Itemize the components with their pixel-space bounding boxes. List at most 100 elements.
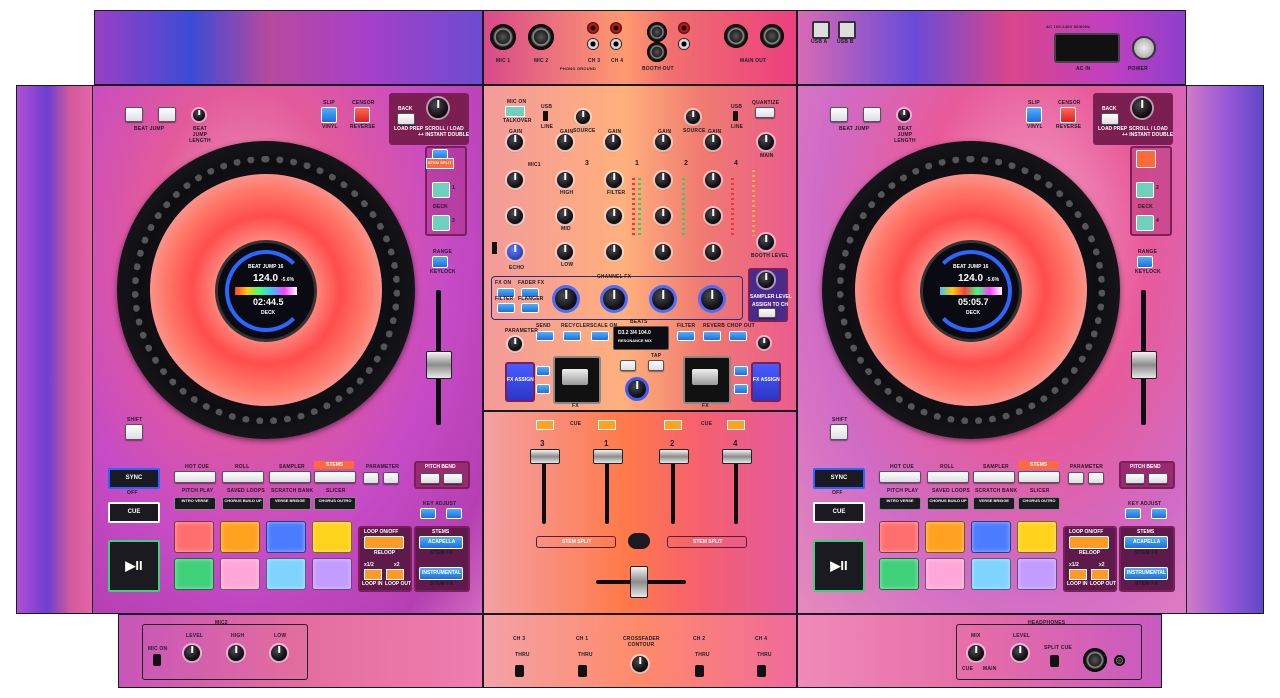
- right-pad-7[interactable]: [971, 558, 1011, 590]
- fx-scale-on-button[interactable]: [591, 331, 609, 341]
- right-pad-3[interactable]: [971, 521, 1011, 553]
- right-loop-in-button[interactable]: [1069, 569, 1087, 580]
- left-deck-1-button[interactable]: [432, 182, 450, 198]
- left-pitch-bend-up[interactable]: [443, 473, 463, 484]
- ch1-gain-knob[interactable]: [605, 134, 621, 150]
- left-loop-in-button[interactable]: [364, 569, 382, 580]
- ch1-cue-button[interactable]: [598, 420, 616, 430]
- left-hot-cue-button[interactable]: [174, 471, 216, 483]
- source-knob-left[interactable]: [576, 110, 590, 124]
- left-shift-button[interactable]: [125, 424, 143, 440]
- fx-reverb-button[interactable]: [703, 331, 721, 341]
- ac-in-socket[interactable]: [1054, 33, 1120, 63]
- mic2-level-knob[interactable]: [184, 645, 200, 661]
- mic1-echo-knob[interactable]: [507, 244, 523, 260]
- ch2-thru-switch[interactable]: [695, 665, 704, 677]
- left-pitch-bend-down[interactable]: [420, 473, 440, 484]
- usb-b-port[interactable]: [838, 21, 856, 39]
- fx-recycler-button[interactable]: [563, 331, 581, 341]
- fx-send-button[interactable]: [536, 331, 554, 341]
- right-sync-button[interactable]: SYNC: [813, 468, 865, 489]
- left-pad-7[interactable]: [266, 558, 306, 590]
- ch2-gain-knob[interactable]: [655, 134, 671, 150]
- ch2-cue-button[interactable]: [664, 420, 682, 430]
- right-back-button[interactable]: [1101, 113, 1119, 125]
- mic1-gain-knob[interactable]: [507, 134, 523, 150]
- ch4-high-knob[interactable]: [705, 172, 721, 188]
- fx-paddle-left[interactable]: [562, 369, 588, 385]
- ch1-low-knob[interactable]: [606, 244, 622, 260]
- fx-filter-button-right[interactable]: [677, 331, 695, 341]
- ch4-fx-knob[interactable]: [701, 288, 723, 310]
- right-play-button[interactable]: ▶II: [813, 540, 865, 592]
- ch1-fx-knob[interactable]: [603, 288, 625, 310]
- left-back-button[interactable]: [397, 113, 415, 125]
- left-pitch-fader[interactable]: [426, 351, 452, 379]
- headphone-jack-small[interactable]: [1114, 655, 1125, 666]
- split-cue-switch[interactable]: [1050, 655, 1059, 667]
- right-keylock-button[interactable]: [1137, 256, 1153, 268]
- right-pad-5[interactable]: [879, 558, 919, 590]
- headphone-jack-large[interactable]: [1083, 648, 1107, 672]
- ch3-gain-knob[interactable]: [557, 134, 573, 150]
- right-beat-jump-back-button[interactable]: [830, 107, 848, 122]
- right-censor-button[interactable]: [1060, 107, 1076, 123]
- right-pad-4[interactable]: [1017, 521, 1057, 553]
- ch3-cue-button[interactable]: [536, 420, 554, 430]
- sampler-assign-button[interactable]: [758, 308, 776, 318]
- main-rca-right[interactable]: [678, 22, 690, 34]
- left-sampler-button[interactable]: [269, 471, 311, 483]
- left-censor-button[interactable]: [354, 107, 370, 123]
- fx-beats-knob[interactable]: [628, 380, 646, 398]
- right-parameter-left-button[interactable]: [1068, 472, 1084, 484]
- ch3-high-knob[interactable]: [557, 172, 573, 188]
- ch4-fader[interactable]: [722, 449, 752, 464]
- mic-on-switch[interactable]: [153, 654, 161, 666]
- ch4-low-knob[interactable]: [705, 244, 721, 260]
- left-beat-jump-forward-button[interactable]: [158, 107, 176, 122]
- ch3-mid-knob[interactable]: [557, 208, 573, 224]
- left-key-up-button[interactable]: [446, 508, 462, 519]
- tap-button[interactable]: [648, 360, 664, 371]
- left-pad-1[interactable]: [174, 521, 214, 553]
- ch4-gain-knob[interactable]: [705, 134, 721, 150]
- fx-center-left-button[interactable]: [620, 360, 636, 371]
- left-scroll-load-knob[interactable]: [428, 98, 448, 118]
- right-slip-button[interactable]: [1026, 107, 1042, 123]
- echo-switch[interactable]: [492, 242, 497, 254]
- fx-assign-ch1-left[interactable]: [536, 366, 550, 376]
- booth-level-knob[interactable]: [758, 234, 774, 250]
- ch2-mid-knob[interactable]: [655, 208, 671, 224]
- left-stems-button[interactable]: [314, 471, 356, 483]
- left-play-button[interactable]: ▶II: [108, 540, 160, 592]
- right-deck-4-button[interactable]: [1136, 215, 1154, 231]
- ch3-fader[interactable]: [530, 449, 560, 464]
- ch3-rca-left[interactable]: [587, 38, 599, 50]
- left-pad-2[interactable]: [220, 521, 260, 553]
- main-out-xlr-left[interactable]: [724, 24, 748, 48]
- fx-assign-ch3-left[interactable]: [536, 384, 550, 394]
- ch4-cue-button[interactable]: [727, 420, 745, 430]
- left-pad-8[interactable]: [312, 558, 352, 590]
- source-knob-right[interactable]: [686, 110, 700, 124]
- flanger-fx-button[interactable]: [521, 303, 539, 313]
- crossfader[interactable]: [630, 566, 648, 598]
- right-shift-button[interactable]: [830, 424, 848, 440]
- left-slip-button[interactable]: [321, 107, 337, 123]
- ch2-high-knob[interactable]: [655, 172, 671, 188]
- right-scroll-load-knob[interactable]: [1132, 98, 1152, 118]
- right-stem-split-button[interactable]: [1136, 150, 1156, 168]
- fx-assign-ch4-right[interactable]: [734, 384, 748, 394]
- left-keylock-button[interactable]: [432, 256, 448, 268]
- right-roll-button[interactable]: [927, 471, 969, 483]
- ch4-thru-switch[interactable]: [757, 665, 766, 677]
- mic1-level-knob[interactable]: [507, 172, 523, 188]
- left-roll-button[interactable]: [222, 471, 264, 483]
- main-rca-left[interactable]: [678, 38, 690, 50]
- left-loop-out-button[interactable]: [386, 569, 404, 580]
- headphone-level-knob[interactable]: [1012, 645, 1028, 661]
- left-cue-button[interactable]: CUE: [108, 502, 160, 523]
- ch2-fx-knob[interactable]: [652, 288, 674, 310]
- left-beat-jump-back-button[interactable]: [125, 107, 143, 122]
- source-switch-left[interactable]: [543, 111, 548, 121]
